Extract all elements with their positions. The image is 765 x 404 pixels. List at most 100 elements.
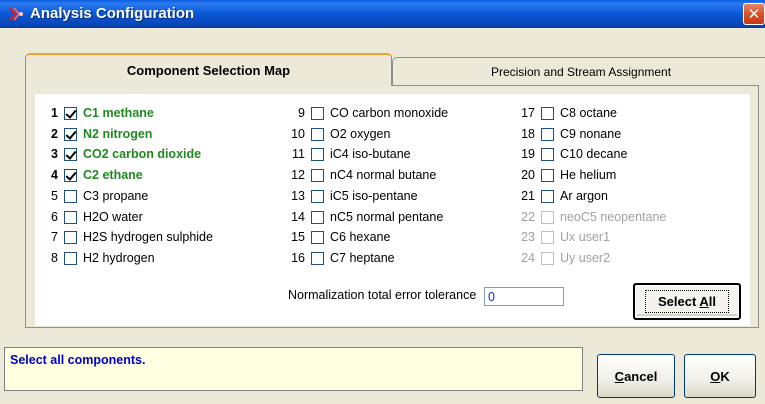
component-item[interactable]: 17 C8 octane: [511, 104, 617, 122]
component-item[interactable]: 10 O2 oxygen: [281, 125, 390, 143]
component-item[interactable]: 11 iC4 iso-butane: [281, 145, 411, 163]
component-checkbox[interactable]: [64, 147, 77, 161]
component-checkbox[interactable]: [541, 168, 554, 182]
tab-precision-stream-assignment[interactable]: Precision and Stream Assignment: [392, 57, 765, 85]
component-checkbox[interactable]: [311, 189, 324, 203]
component-item[interactable]: 21 Ar argon: [511, 187, 608, 205]
component-number: 5: [51, 189, 58, 203]
component-item[interactable]: 9 CO carbon monoxide: [281, 104, 448, 122]
component-checkbox[interactable]: [311, 127, 324, 141]
cancel-label: Cancel: [614, 368, 658, 384]
title-bar[interactable]: Analysis Configuration ✕: [0, 0, 765, 28]
component-item[interactable]: 8 H2 hydrogen: [46, 249, 155, 267]
component-label: H2S hydrogen sulphide: [83, 230, 213, 244]
component-label: C7 heptane: [330, 251, 395, 265]
component-checkbox[interactable]: [541, 127, 554, 141]
component-item[interactable]: 13 iC5 iso-pentane: [281, 187, 418, 205]
component-checkbox[interactable]: [311, 147, 324, 161]
component-item[interactable]: 19 C10 decane: [511, 145, 627, 163]
component-checkbox[interactable]: [64, 189, 77, 203]
component-item[interactable]: 5 C3 propane: [46, 187, 148, 205]
component-label: iC5 iso-pentane: [330, 189, 418, 203]
tab-label: Precision and Stream Assignment: [490, 64, 672, 79]
component-number: 13: [291, 189, 305, 203]
tolerance-label: Normalization total error tolerance: [288, 288, 477, 302]
close-button[interactable]: ✕: [743, 3, 765, 25]
component-number: 2: [51, 127, 58, 141]
component-checkbox[interactable]: [541, 106, 554, 120]
component-number: 3: [51, 147, 58, 161]
component-checkbox[interactable]: [64, 230, 77, 244]
cancel-button[interactable]: Cancel: [597, 354, 675, 398]
component-checkbox[interactable]: [64, 127, 77, 141]
component-label: nC4 normal butane: [330, 168, 437, 182]
status-message: Select all components.: [4, 347, 583, 391]
component-number: 14: [291, 210, 305, 224]
component-checkbox[interactable]: [541, 189, 554, 203]
select-all-label: Select All: [644, 290, 730, 313]
component-item[interactable]: 14 nC5 normal pentane: [281, 208, 443, 226]
component-number: 7: [51, 230, 58, 244]
component-checkbox[interactable]: [541, 251, 554, 265]
component-number: 11: [292, 147, 305, 161]
component-number: 18: [521, 127, 535, 141]
component-checkbox[interactable]: [311, 251, 324, 265]
component-label: CO carbon monoxide: [330, 106, 449, 120]
component-number: 22: [521, 210, 535, 224]
component-item[interactable]: 18 C9 nonane: [511, 125, 621, 143]
ok-label: OK: [710, 368, 730, 384]
component-checkbox[interactable]: [64, 210, 77, 224]
component-label: C9 nonane: [560, 127, 622, 141]
component-item[interactable]: 7 H2S hydrogen sulphide: [46, 228, 213, 246]
component-checkbox[interactable]: [311, 230, 324, 244]
component-label: O2 oxygen: [330, 127, 391, 141]
component-number: 20: [521, 168, 535, 182]
component-label: H2O water: [83, 210, 143, 224]
app-icon: [9, 7, 23, 21]
tab-component-selection-map[interactable]: Component Selection Map: [25, 53, 392, 86]
component-item[interactable]: 22 neoC5 neopentane: [511, 208, 666, 226]
component-checkbox[interactable]: [311, 210, 324, 224]
tolerance-input[interactable]: [484, 287, 564, 306]
component-item[interactable]: 20 He helium: [511, 166, 616, 184]
component-number: 17: [521, 106, 535, 120]
component-label: C6 hexane: [330, 230, 391, 244]
component-label: C1 methane: [83, 106, 154, 120]
component-label: He helium: [560, 168, 617, 182]
component-checkbox[interactable]: [541, 210, 554, 224]
component-checkbox[interactable]: [64, 168, 77, 182]
tab-label: Component Selection Map: [126, 63, 291, 78]
component-label: iC4 iso-butane: [330, 147, 411, 161]
component-number: 6: [51, 210, 58, 224]
component-item[interactable]: 24 Uy user2: [511, 249, 610, 267]
component-item[interactable]: 15 C6 hexane: [281, 228, 390, 246]
component-checkbox[interactable]: [541, 147, 554, 161]
component-number: 16: [291, 251, 305, 265]
component-checkbox[interactable]: [311, 168, 324, 182]
component-item[interactable]: 12 nC4 normal butane: [281, 166, 436, 184]
component-checkbox[interactable]: [64, 106, 77, 120]
component-checkbox[interactable]: [311, 106, 324, 120]
analysis-configuration-window: Analysis Configuration ✕ Precision and S…: [0, 0, 765, 404]
component-number: 24: [521, 251, 535, 265]
component-checkbox[interactable]: [541, 230, 554, 244]
component-number: 10: [291, 127, 305, 141]
component-item[interactable]: 23 Ux user1: [511, 228, 610, 246]
component-label: Uy user2: [560, 251, 611, 265]
component-number: 4: [51, 168, 58, 182]
component-number: 12: [291, 168, 305, 182]
ok-button[interactable]: OK: [684, 354, 756, 398]
component-item[interactable]: 16 C7 heptane: [281, 249, 395, 267]
component-number: 9: [298, 106, 305, 120]
component-number: 21: [521, 189, 535, 203]
component-item[interactable]: 2 N2 nitrogen: [46, 125, 152, 143]
component-item[interactable]: 1 C1 methane: [46, 104, 154, 122]
component-item[interactable]: 4 C2 ethane: [46, 166, 143, 184]
component-label: CO2 carbon dioxide: [83, 147, 202, 161]
component-item[interactable]: 3 CO2 carbon dioxide: [46, 145, 201, 163]
component-checkbox[interactable]: [64, 251, 77, 265]
status-text: Select all components.: [10, 353, 146, 367]
component-item[interactable]: 6 H2O water: [46, 208, 143, 226]
select-all-button[interactable]: Select All: [633, 283, 741, 320]
window-title: Analysis Configuration: [30, 5, 195, 22]
